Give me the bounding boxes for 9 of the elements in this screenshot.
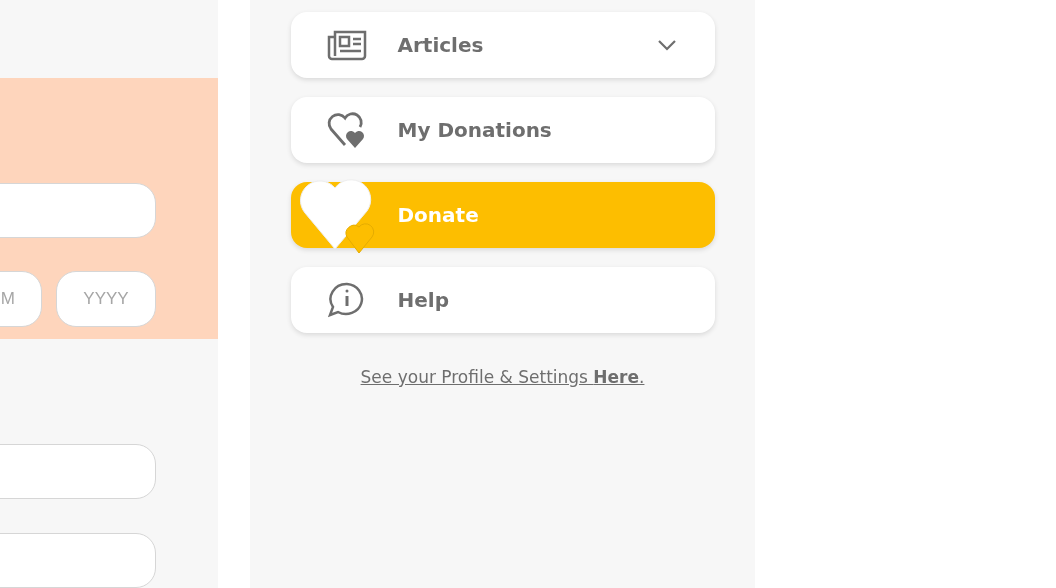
menu-item[interactable]: Help xyxy=(290,267,715,333)
date-field[interactable]: YYYY xyxy=(56,271,156,327)
menu-item[interactable]: Articles xyxy=(290,12,715,78)
profile-link[interactable]: See your Profile & Settings Here. xyxy=(360,367,645,387)
menu-item[interactable]: My Donations xyxy=(290,97,715,163)
hearts-icon xyxy=(326,111,367,149)
date-field[interactable]: M xyxy=(0,271,42,327)
chevron-icon xyxy=(656,39,677,51)
newspaper-icon xyxy=(326,29,367,61)
